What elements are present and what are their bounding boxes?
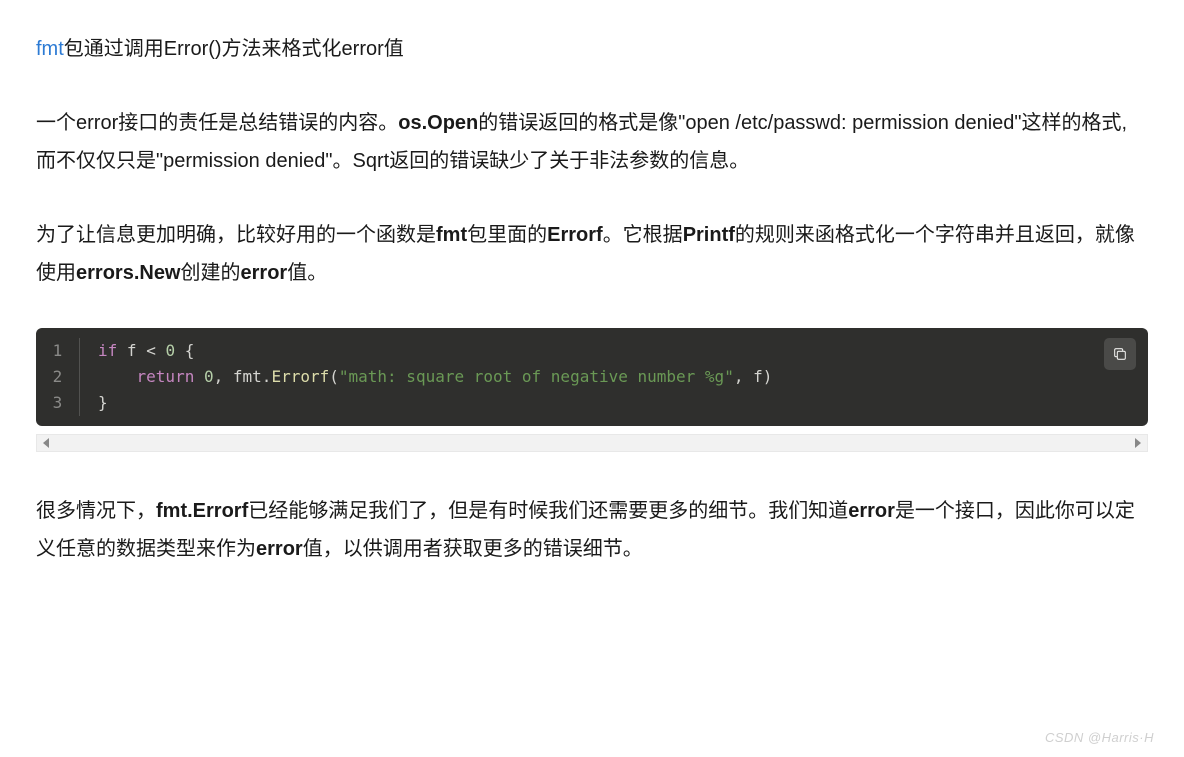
tok-string: "math: square root of negative number %g… xyxy=(339,367,734,386)
p2-t1: 一个error接口的责任是总结错误的内容。 xyxy=(36,112,398,134)
tok-keyword: if xyxy=(98,341,117,360)
tok-paren: ) xyxy=(763,367,773,386)
p3-t3: 。它根据 xyxy=(603,224,683,246)
line-num: 1 xyxy=(50,338,65,364)
tok-fn: Errorf xyxy=(271,367,329,386)
tok-pkg: fmt xyxy=(233,367,262,386)
scroll-right-icon[interactable] xyxy=(1135,438,1141,448)
copy-icon xyxy=(1112,346,1128,362)
paragraph-2: 一个error接口的责任是总结错误的内容。os.Open的错误返回的格式是像"o… xyxy=(36,104,1148,180)
p3-t1: 为了让信息更加明确，比较好用的一个函数是 xyxy=(36,224,436,246)
tok-var: f xyxy=(127,341,137,360)
tok-paren: ( xyxy=(329,367,339,386)
p3-b4: errors.New xyxy=(76,262,181,284)
fmt-link[interactable]: fmt xyxy=(36,38,64,60)
p3-b5: error xyxy=(241,262,288,284)
p4-b1: fmt.Errorf xyxy=(156,500,248,522)
copy-button[interactable] xyxy=(1104,338,1136,370)
p3-t2: 包里面的 xyxy=(467,224,547,246)
scroll-left-icon[interactable] xyxy=(43,438,49,448)
tok-keyword: return xyxy=(137,367,195,386)
paragraph-1: fmt包通过调用Error()方法来格式化error值 xyxy=(36,30,1148,68)
code-block: 1 2 3 if f < 0 { return 0, fmt.Errorf("m… xyxy=(36,328,1148,426)
tok-dot: . xyxy=(262,367,272,386)
p4-b3: error xyxy=(256,538,303,560)
paragraph-3: 为了让信息更加明确，比较好用的一个函数是fmt包里面的Errorf。它根据Pri… xyxy=(36,216,1148,292)
tok-op: < xyxy=(146,341,156,360)
p4-t4: 值，以供调用者获取更多的错误细节。 xyxy=(303,538,643,560)
os-open-bold: os.Open xyxy=(398,112,478,134)
para1-text: 包通过调用Error()方法来格式化error值 xyxy=(64,38,404,60)
p3-t5: 创建的 xyxy=(181,262,241,284)
horizontal-scrollbar[interactable] xyxy=(36,434,1148,452)
p4-t2: 已经能够满足我们了，但是有时候我们还需要更多的细节。我们知道 xyxy=(248,500,848,522)
line-numbers: 1 2 3 xyxy=(36,338,80,416)
line-num: 3 xyxy=(50,390,65,416)
tok-comma: , xyxy=(734,367,744,386)
paragraph-4: 很多情况下，fmt.Errorf已经能够满足我们了，但是有时候我们还需要更多的细… xyxy=(36,492,1148,568)
tok-arg: f xyxy=(753,367,763,386)
tok-num: 0 xyxy=(204,367,214,386)
p3-b3: Printf xyxy=(683,224,735,246)
line-num: 2 xyxy=(50,364,65,390)
p3-b2: Errorf xyxy=(547,224,603,246)
p3-t6: 值。 xyxy=(287,262,327,284)
tok-comma: , xyxy=(214,367,224,386)
tok-brace: { xyxy=(185,341,195,360)
p4-b2: error xyxy=(848,500,895,522)
p4-t1: 很多情况下， xyxy=(36,500,156,522)
code-content[interactable]: if f < 0 { return 0, fmt.Errorf("math: s… xyxy=(80,338,1148,416)
tok-num: 0 xyxy=(165,341,175,360)
tok-brace: } xyxy=(98,393,108,412)
watermark: CSDN @Harris·H xyxy=(1045,726,1154,751)
p3-b1: fmt xyxy=(436,224,467,246)
